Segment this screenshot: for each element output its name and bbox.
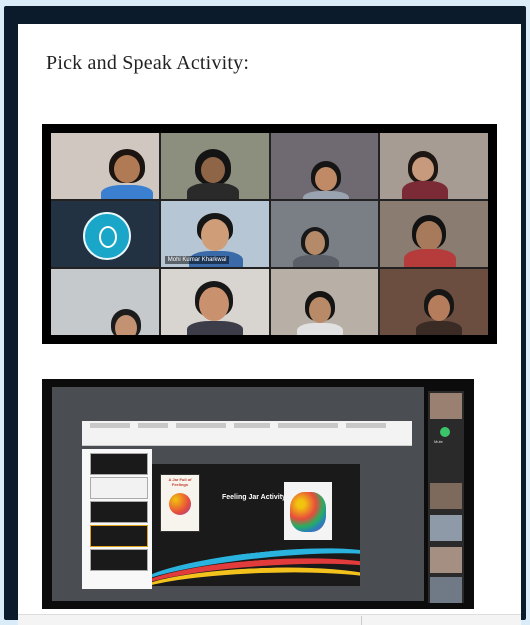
- participant-tile: [380, 133, 488, 199]
- slide-thumbnail: [90, 501, 148, 523]
- participant-tile: [51, 133, 159, 199]
- page-bottom-bar: [18, 614, 521, 625]
- participant-name-tag: Mohi Kumar Kharkwal: [164, 256, 230, 264]
- activity-heading: Pick and Speak Activity:: [46, 52, 250, 74]
- document-frame: Pick and Speak Activity: Mohi Kumar Khar…: [4, 6, 526, 625]
- mic-label: Mute: [434, 439, 443, 444]
- participant-thumbnail: [430, 393, 462, 419]
- participant-tile: [380, 269, 488, 335]
- slide-thumbnail: [90, 453, 148, 475]
- participant-thumbnail: [430, 483, 462, 509]
- school-logo-icon: [82, 212, 131, 260]
- slide-title: Feeling Jar Activity: [222, 494, 286, 501]
- participant-tile-speaker: Mohi Kumar Kharkwal: [160, 201, 269, 267]
- participant-thumbnail: [430, 577, 462, 603]
- participant-tile: [270, 201, 379, 267]
- participant-side-strip: Mute: [428, 391, 464, 603]
- participant-tile: [160, 133, 269, 199]
- book-title: A Jar Full of Feelings: [168, 477, 192, 487]
- participant-tile: [270, 133, 379, 199]
- feelings-jar-image: [284, 482, 332, 540]
- participant-tile: [270, 269, 379, 335]
- presentation-ribbon: [82, 421, 412, 446]
- participant-tile: [51, 269, 159, 335]
- participant-tile: [160, 269, 269, 335]
- document-page: Pick and Speak Activity: Mohi Kumar Khar…: [18, 24, 521, 625]
- slide-thumbnail: [90, 549, 148, 571]
- book-cover-image: A Jar Full of Feelings: [160, 474, 200, 532]
- slide-thumbnails: [82, 449, 152, 589]
- screen-share-photo: A Jar Full of Feelings Feeling Jar Activ…: [42, 379, 474, 609]
- slide-thumbnail: [90, 477, 148, 499]
- slide-thumbnail: [90, 525, 148, 547]
- participant-grid: Mohi Kumar Kharkwal: [51, 133, 488, 335]
- microphone-icon: [440, 427, 450, 437]
- participant-thumbnail: [430, 547, 462, 573]
- participant-tile: [380, 201, 488, 267]
- current-slide: A Jar Full of Feelings Feeling Jar Activ…: [152, 464, 360, 586]
- participant-thumbnail: [430, 515, 462, 541]
- video-call-photo: Mohi Kumar Kharkwal: [42, 124, 497, 344]
- participant-tile-host-logo: [51, 201, 159, 267]
